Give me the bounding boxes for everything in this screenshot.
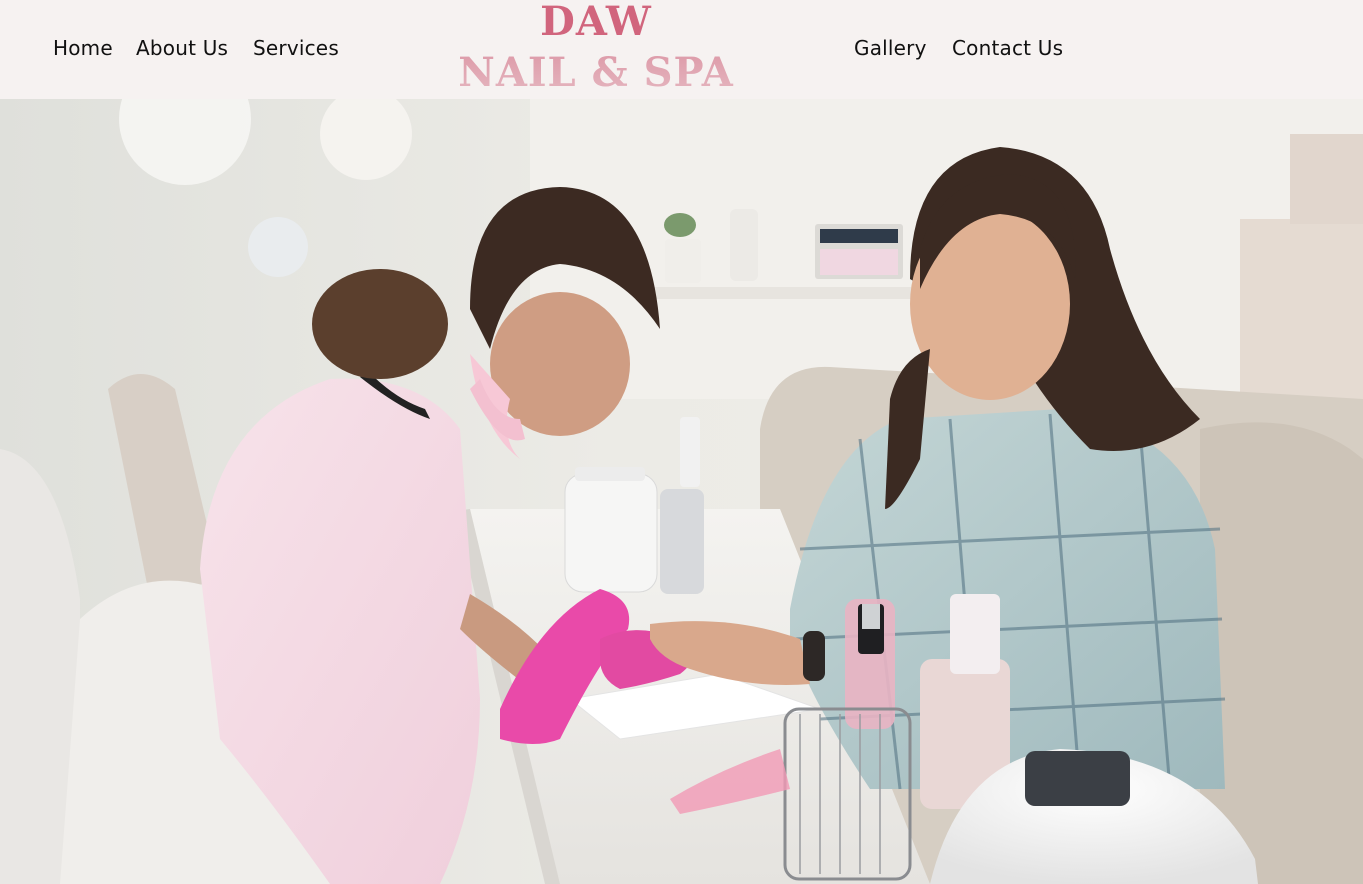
logo-brand-name: DAW <box>540 0 652 45</box>
logo-tagline: NAIL & SPA <box>458 49 734 96</box>
site-logo[interactable]: DAW NAIL & SPA <box>440 0 752 99</box>
hero-image <box>0 99 1363 884</box>
nav-about-us-link[interactable]: About Us <box>136 36 228 60</box>
nav-gallery-link[interactable]: Gallery <box>854 36 927 60</box>
nav-contact-us-link[interactable]: Contact Us <box>952 36 1063 60</box>
nav-services-link[interactable]: Services <box>253 36 339 60</box>
nav-home-link[interactable]: Home <box>53 36 113 60</box>
nail-salon-photo <box>0 99 1363 884</box>
site-header: Home About Us Services DAW NAIL & SPA Ga… <box>0 0 1363 99</box>
